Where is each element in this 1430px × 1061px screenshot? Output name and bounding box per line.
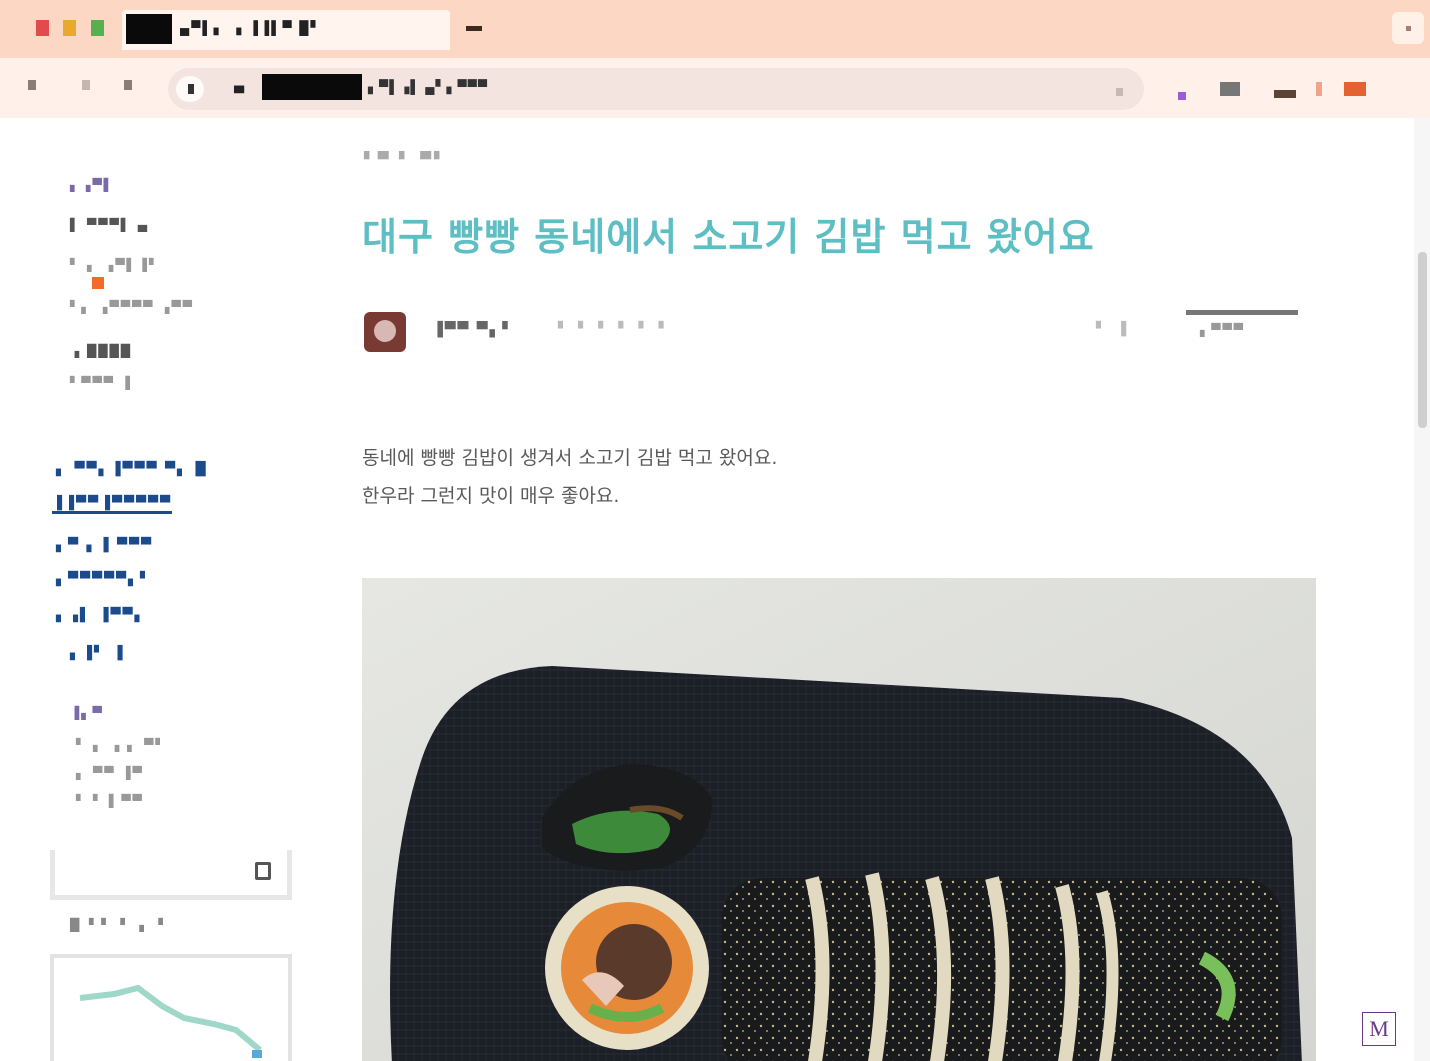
scrollbar-thumb[interactable] — [1418, 252, 1427, 428]
browser-toolbar: ▄ ▖▀▌▗▌ ▄▘▖▀▀▀ — [0, 58, 1430, 118]
visitor-graph-point — [252, 1050, 262, 1058]
sidebar-category-link[interactable]: ▖▐▘ ▐ — [70, 646, 125, 661]
sidebar-tag-link[interactable]: ▘ ▘▐ ▀▀ — [76, 794, 144, 808]
sidebar-tags-heading: ▐▖▀ — [70, 706, 104, 720]
floating-logo-letter: M — [1369, 1016, 1389, 1041]
site-info-icon[interactable] — [176, 76, 204, 102]
post-category[interactable]: ▘▀ ▘ ▀▘ — [364, 152, 448, 168]
sidebar-profile-link[interactable]: ▗ ████ — [70, 344, 132, 358]
back-icon[interactable] — [28, 80, 36, 90]
forward-icon[interactable] — [82, 80, 90, 90]
author-avatar[interactable] — [364, 312, 406, 352]
sidebar-category-link[interactable]: ▖▀▀▀▀▀▖▘ — [56, 572, 152, 587]
new-badge-icon — [92, 277, 104, 289]
url-prefix: ▄ — [234, 79, 244, 94]
sidebar-category-link[interactable]: ▖▀ ▖▐ ▀▀▀ — [56, 538, 153, 553]
sidebar-profile-link[interactable]: ▘▀▀▀ ▐ — [70, 376, 132, 390]
close-window-button[interactable] — [36, 20, 49, 36]
kimbap-photo-image — [362, 578, 1316, 1061]
post-title: 대구 빵빵 동네에서 소고기 김밥 먹고 왔어요 — [362, 215, 1095, 259]
blog-sidebar: ▖▗▀▌ ▌ ▀▀▀▌ ▄ ▘ ▖ ▗▀▌▐▘ ▘▖ ▗▀▀▀▀ ▗▀▀ ▗ █… — [50, 118, 294, 1061]
sidebar-profile-heading: ▖▗▀▌ — [70, 178, 115, 192]
visitor-graph-line — [79, 984, 262, 1053]
visitor-graph — [79, 984, 262, 1058]
sidebar-tag-link[interactable]: ▘ ▖ ▗ ▖ ▀▘ — [76, 738, 167, 752]
minimize-window-button[interactable] — [63, 20, 76, 36]
tab-favicon-icon — [126, 14, 172, 44]
address-bar[interactable]: ▄ ▖▀▌▗▌ ▄▘▖▀▀▀ — [168, 68, 1144, 110]
search-icon[interactable] — [255, 862, 271, 880]
post-meta-button-label: ▖▀▀▀ — [1200, 323, 1245, 337]
post-paragraph: 동네에 빵빵 김밥이 생겨서 소고기 김밥 먹고 왔어요. — [362, 447, 778, 469]
post-meta-button[interactable]: ▖▀▀▀ — [1186, 310, 1298, 344]
url-text: ▖▀▌▗▌ ▄▘▖▀▀▀ — [368, 79, 489, 94]
reload-icon[interactable] — [124, 80, 132, 90]
window-menu-button[interactable] — [1392, 12, 1424, 44]
sidebar-profile-link[interactable]: ▘▖ ▗▀▀▀▀ ▗▀▀ — [70, 300, 194, 314]
page-content: ▖▗▀▌ ▌ ▀▀▀▌ ▄ ▘ ▖ ▗▀▌▐▘ ▘▖ ▗▀▀▀▀ ▗▀▀ ▗ █… — [0, 118, 1414, 1061]
profile-icon[interactable] — [1344, 82, 1366, 96]
post-meta-link[interactable]: ▘ ▐ — [1096, 322, 1129, 337]
sidebar-category-link-active[interactable]: ▐▐▀▀▐▀▀▀▀▀ — [52, 496, 172, 511]
star-icon[interactable] — [1116, 88, 1123, 96]
browser-tab[interactable]: ▄▀▌▖ ▗ ▐▐▌▀ █▘ — [122, 10, 450, 50]
page-scrollbar[interactable] — [1414, 118, 1430, 1061]
close-icon[interactable] — [466, 26, 482, 31]
extension-icon[interactable] — [1274, 90, 1296, 98]
calendar-caption: █ ▘▘ ▘ ▖ ▘ — [70, 918, 171, 932]
sidebar-search-input[interactable] — [50, 850, 292, 900]
author-name[interactable]: ▐▀▀ ▀▖▘ — [432, 322, 515, 338]
maximize-window-button[interactable] — [91, 20, 104, 36]
sidebar-category-link[interactable]: ▖ ▀▀▖▐▀▀▀ ▀▖ █ — [56, 462, 208, 477]
extension-icon[interactable] — [1178, 92, 1186, 100]
floating-logo-button[interactable]: M — [1362, 1012, 1396, 1046]
browser-title-bar: ▄▀▌▖ ▗ ▐▐▌▀ █▘ — [0, 0, 1430, 58]
post-main: ▘▀ ▘ ▀▘ 대구 빵빵 동네에서 소고기 김밥 먹고 왔어요 ▐▀▀ ▀▖▘… — [362, 118, 1318, 1061]
extension-icon[interactable] — [1316, 82, 1322, 96]
sidebar-category-link[interactable]: ▖▗▌ ▐▀▀▖ — [56, 608, 147, 623]
url-redacted-block — [262, 74, 362, 100]
sidebar-tag-link[interactable]: ▖ ▀▀ ▐▀ — [76, 766, 144, 780]
post-date: ▘ ▘ ▘ ▘ ▘ ▘ — [558, 322, 672, 337]
post-paragraph: 한우라 그런지 맛이 매우 좋아요. — [362, 485, 620, 507]
sidebar-profile-link[interactable]: ▘ ▖ ▗▀▌▐▘ — [70, 258, 160, 272]
extension-icon[interactable] — [1220, 82, 1240, 96]
sidebar-profile-link[interactable]: ▌ ▀▀▀▌ ▄ — [70, 218, 149, 232]
tab-title: ▄▀▌▖ ▗ ▐▐▌▀ █▘ — [180, 20, 323, 35]
sidebar-graph-widget — [50, 954, 292, 1061]
kimbap-photo — [362, 578, 1316, 1061]
